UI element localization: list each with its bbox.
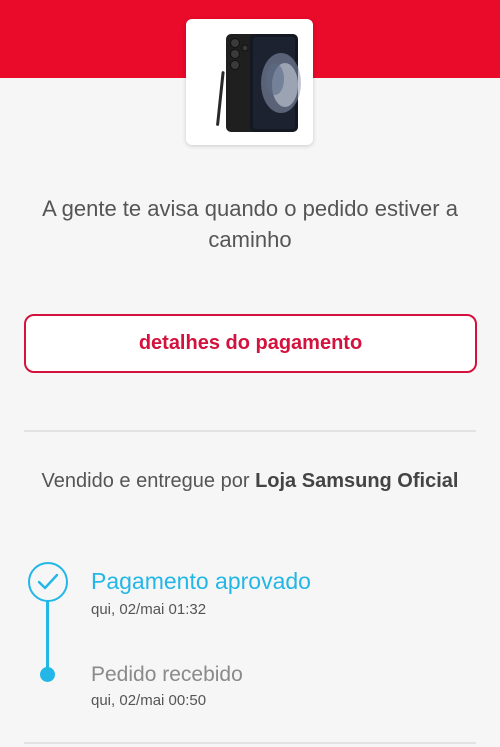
timeline-step-date: qui, 02/mai 01:32	[91, 601, 207, 618]
divider	[24, 742, 476, 744]
check-icon	[28, 562, 68, 602]
divider	[24, 430, 476, 432]
seller-prefix: Vendido e entregue por	[41, 470, 250, 492]
timeline-step-date: qui, 02/mai 00:50	[91, 692, 207, 709]
product-image-card[interactable]	[186, 19, 313, 145]
order-status-headline: A gente te avisa quando o pedido estiver…	[42, 196, 458, 252]
smartphone-icon	[215, 34, 301, 132]
timeline-step-title: Pagamento aprovado	[91, 568, 311, 594]
timeline-line	[46, 598, 49, 676]
seller-info: Vendido e entregue por Loja Samsung Ofic…	[40, 467, 460, 496]
dot-icon	[40, 667, 55, 682]
payment-details-button[interactable]: detalhes do pagamento	[24, 314, 477, 373]
seller-name[interactable]: Loja Samsung Oficial	[255, 470, 458, 492]
timeline-step-title: Pedido recebido	[91, 663, 243, 686]
